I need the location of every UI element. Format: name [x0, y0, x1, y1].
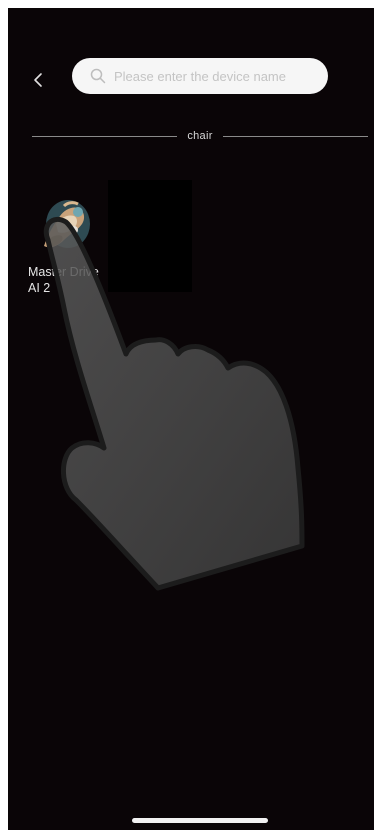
search-input[interactable] — [114, 68, 314, 84]
category-divider: chair — [32, 126, 368, 146]
back-button[interactable] — [28, 66, 48, 94]
device-picker-screen: chair Master Drive AI 2 — [8, 8, 374, 830]
search-bar[interactable] — [72, 58, 328, 94]
massage-chair-image — [44, 200, 90, 248]
divider-line-left — [32, 135, 178, 137]
divider-line-right — [222, 135, 368, 137]
chevron-left-icon — [34, 73, 42, 87]
device-name: Master Drive AI 2 — [28, 265, 99, 295]
category-label: chair — [187, 130, 213, 142]
home-indicator[interactable] — [132, 818, 268, 823]
device-card[interactable]: Master Drive AI 2 — [24, 188, 99, 308]
placeholder-panel — [108, 180, 192, 292]
search-icon — [90, 68, 106, 84]
